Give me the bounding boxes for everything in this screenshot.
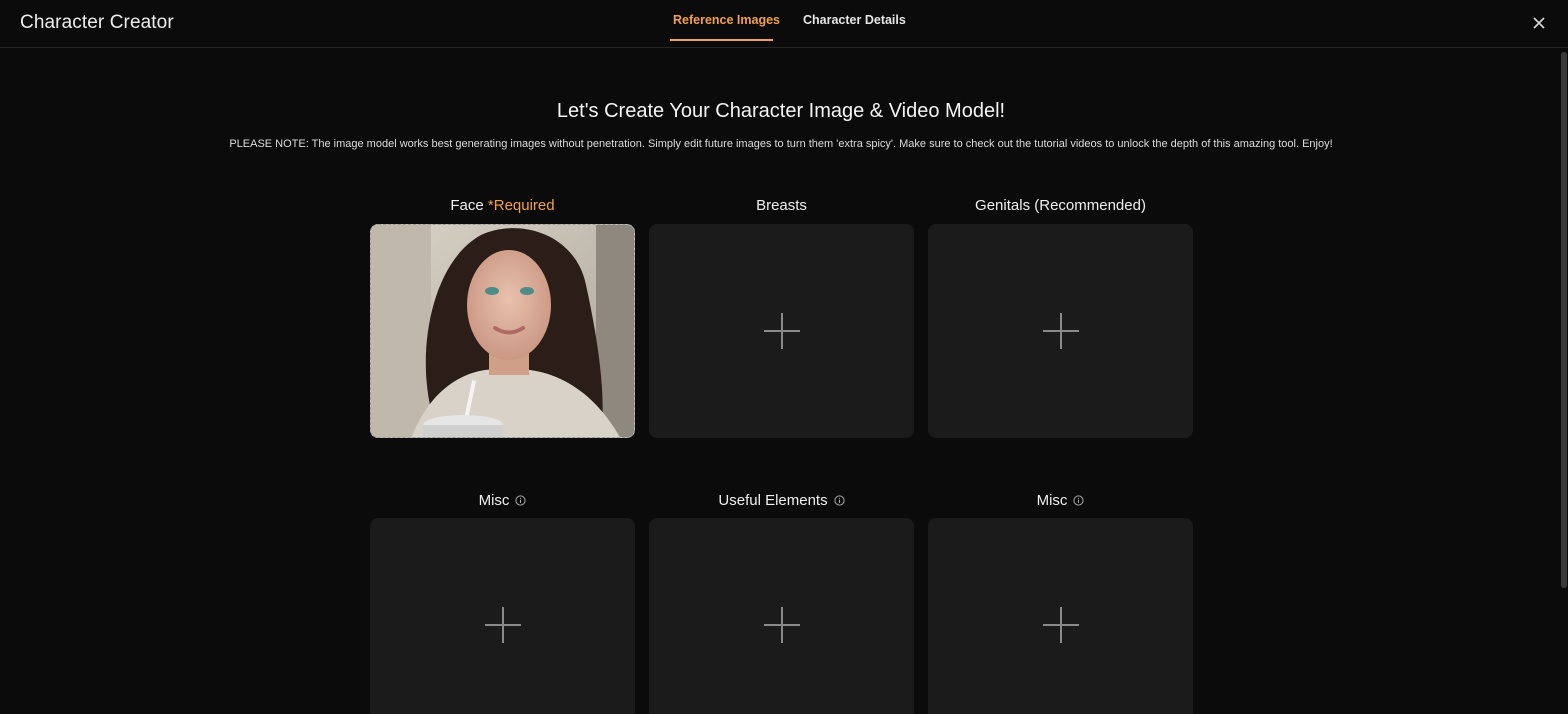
required-marker: *Required [487, 197, 555, 214]
info-icon[interactable] [834, 494, 845, 506]
active-tab-indicator [670, 39, 773, 41]
face-upload-slot[interactable] [370, 224, 635, 438]
breasts-upload-slot[interactable] [649, 224, 914, 438]
plus-icon [763, 607, 800, 643]
slot-label-text: Useful Elements [718, 492, 828, 509]
tab-reference-images[interactable]: Reference Images [673, 13, 780, 27]
slot-label-text: Misc [478, 492, 510, 509]
plus-icon [1042, 313, 1079, 349]
tab-character-details[interactable]: Character Details [803, 13, 906, 27]
info-icon[interactable] [515, 494, 527, 506]
misc-upload-slot-1[interactable] [370, 518, 635, 714]
slot-label-face: Face *Required [370, 197, 635, 214]
slot-label-useful-elements: Useful Elements [649, 492, 914, 509]
misc-upload-slot-2[interactable] [928, 518, 1193, 714]
plus-icon [484, 607, 521, 643]
slot-label-text: Face [450, 197, 484, 214]
slot-label-misc-1: Misc [370, 492, 635, 509]
close-icon [1533, 17, 1545, 29]
face-photo-thumbnail [371, 225, 634, 437]
slot-label-text: Misc [1036, 492, 1068, 509]
close-button[interactable] [1530, 14, 1548, 32]
plus-icon [763, 313, 800, 349]
notice-text: PLEASE NOTE: The image model works best … [229, 138, 1333, 150]
slot-label-genitals: Genitals (Recommended) [975, 197, 1146, 214]
slot-label-breasts: Breasts [756, 197, 807, 214]
slot-label-misc-2: Misc [928, 492, 1193, 509]
useful-elements-upload-slot[interactable] [649, 518, 914, 714]
plus-icon [1042, 607, 1079, 643]
page-heading: Let's Create Your Character Image & Vide… [556, 100, 1006, 122]
page-scrollbar[interactable] [1561, 52, 1567, 588]
info-icon[interactable] [1073, 494, 1085, 506]
tab-bar: Reference Images Character Details [0, 0, 1568, 48]
top-bar: Character Creator Reference Images Chara… [0, 0, 1568, 48]
genitals-upload-slot[interactable] [928, 224, 1193, 438]
